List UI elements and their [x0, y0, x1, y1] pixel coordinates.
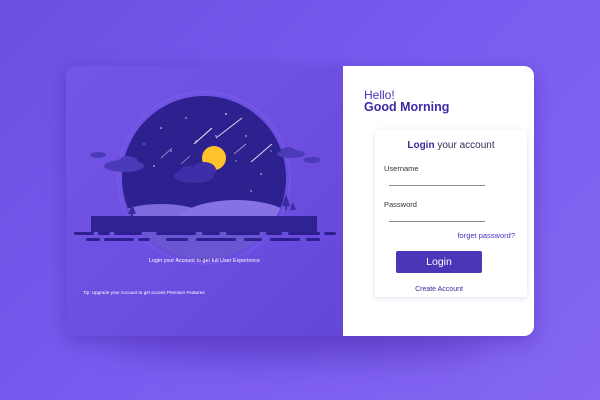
tip-text: Tip: Upgrade your Account to get access …	[83, 290, 205, 295]
night-landscape-illustration	[74, 91, 336, 265]
info-text: Login your Account to get full User Expe…	[148, 258, 260, 264]
username-label: Username	[384, 164, 419, 173]
form-title-rest: your account	[434, 140, 495, 151]
create-account-link[interactable]: Create Account	[375, 286, 503, 293]
login-card: Login your Account to get full User Expe…	[66, 66, 534, 336]
login-button[interactable]: Login	[396, 251, 482, 273]
greeting-good-morning: Good Morning	[364, 100, 450, 114]
forgot-password-link[interactable]: forget password?	[457, 231, 515, 240]
username-input[interactable]	[389, 176, 485, 186]
form-title-bold: Login	[407, 140, 435, 151]
right-panel: Hello! Good Morning Login your account U…	[343, 66, 534, 336]
password-label: Password	[384, 200, 417, 209]
card-shadow	[110, 332, 490, 362]
password-input[interactable]	[389, 212, 485, 222]
left-panel: Login your Account to get full User Expe…	[66, 66, 343, 336]
form-title: Login your account	[375, 140, 527, 151]
login-form: Login your account Username Password for…	[375, 130, 527, 297]
